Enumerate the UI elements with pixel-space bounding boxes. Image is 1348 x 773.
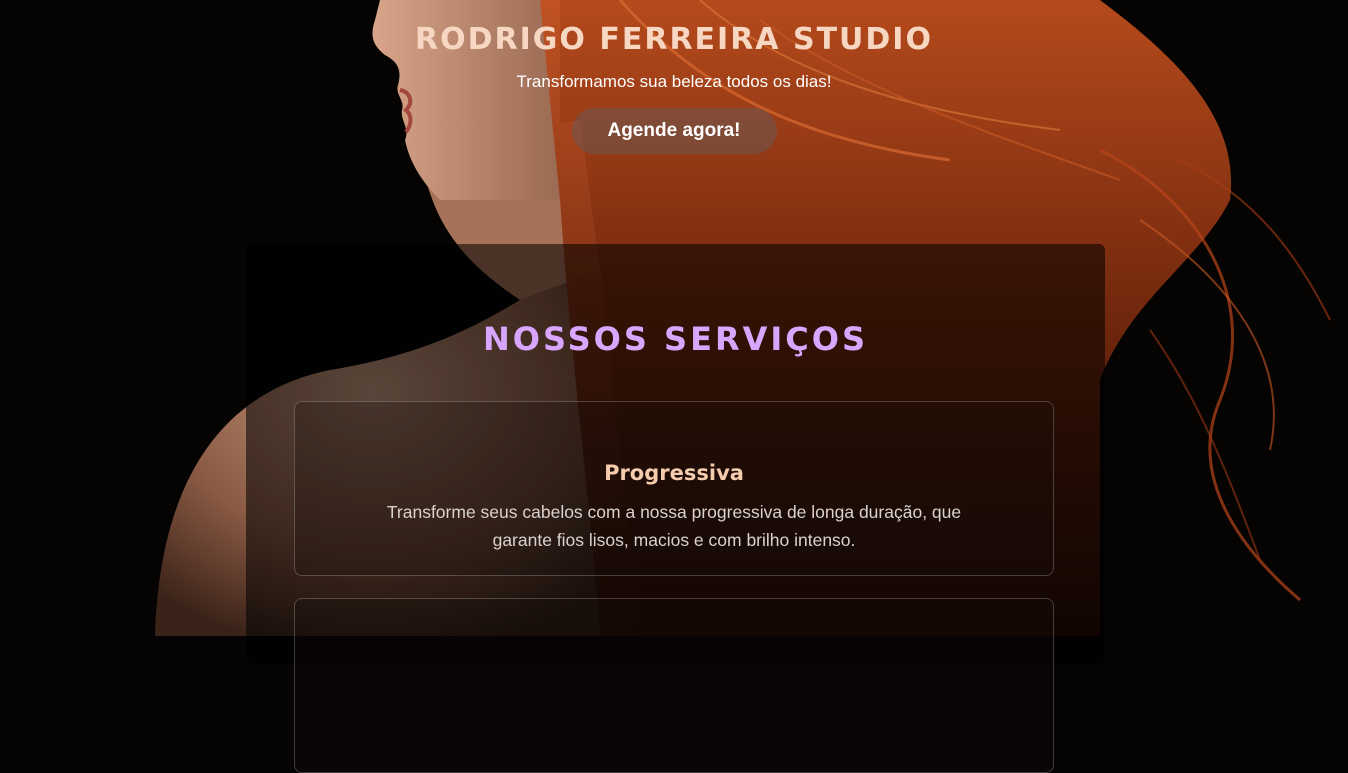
service-card-next — [294, 598, 1054, 773]
book-now-button[interactable]: Agende agora! — [571, 108, 777, 154]
service-card-progressiva: Progressiva Transforme seus cabelos com … — [294, 401, 1054, 576]
service-card-description: Transforme seus cabelos com a nossa prog… — [386, 502, 962, 550]
site-header: RODRIGO FERREIRA STUDIO Transformamos su… — [0, 0, 1348, 154]
service-card-title: Progressiva — [604, 461, 744, 485]
site-title: RODRIGO FERREIRA STUDIO — [415, 22, 933, 57]
services-heading: NOSSOS SERVIÇOS — [483, 320, 868, 358]
services-section: NOSSOS SERVIÇOS Progressiva Transforme s… — [246, 244, 1105, 773]
tagline: Transformamos sua beleza todos os dias! — [516, 72, 832, 91]
